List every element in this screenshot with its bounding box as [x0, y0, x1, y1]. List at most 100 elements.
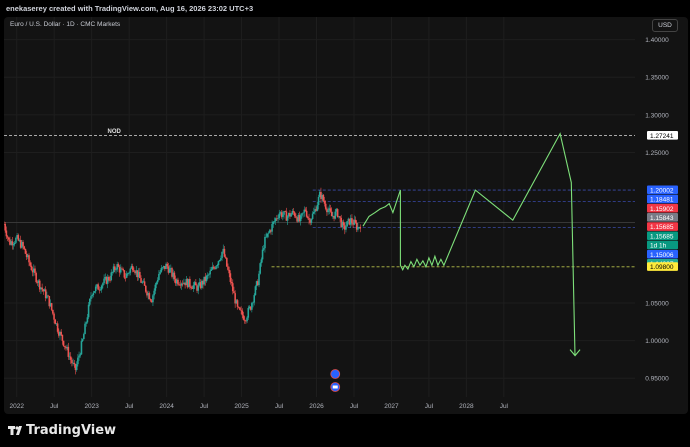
candle-body-259 [311, 213, 314, 219]
candle-body-182 [220, 258, 222, 260]
candle-body-66 [81, 339, 84, 342]
x-tick-label: Jul [425, 403, 434, 410]
candle-body-292 [351, 218, 353, 223]
x-tick-label: Jul [125, 403, 134, 410]
candle-body-56 [69, 356, 72, 360]
candle-body-67 [83, 334, 85, 340]
symbol-title[interactable]: Euro / U.S. Dollar · 1D · CMC Markets [10, 21, 120, 28]
candle-body-225 [271, 224, 273, 232]
candle-body-116 [141, 282, 144, 283]
candle-body-65 [80, 341, 83, 355]
candle-body-90 [110, 272, 113, 280]
candle-body-190 [229, 273, 232, 282]
candles [4, 187, 362, 375]
candle-body-70 [86, 317, 89, 323]
candle-body-181 [218, 259, 221, 262]
candle-body-72 [88, 298, 91, 305]
candle-body-18 [24, 248, 27, 254]
candle-body-114 [139, 271, 141, 279]
candle-body-159 [192, 285, 195, 289]
candle-body-17 [23, 246, 26, 249]
y-tick-label: 1.40000 [645, 37, 669, 44]
x-tick-label: 2023 [84, 403, 99, 410]
candle-body-188 [227, 266, 229, 270]
candle-body-9 [13, 242, 16, 245]
candle-body-119 [144, 285, 147, 292]
candle-body-202 [243, 319, 246, 321]
candle-body-219 [264, 236, 266, 249]
candle-body-84 [103, 278, 105, 284]
candle-body-186 [224, 256, 227, 258]
candle-body-234 [282, 214, 284, 217]
candle-body-26 [34, 268, 36, 274]
projection [362, 132, 581, 357]
candle-body-256 [308, 218, 310, 221]
candle-body-57 [71, 359, 73, 364]
candle-body-199 [240, 309, 242, 311]
candle-body-49 [61, 334, 64, 341]
header-bar: enekaserey created with TradingView.com,… [0, 0, 690, 17]
event-icons[interactable] [330, 369, 341, 392]
candle-body-187 [226, 257, 228, 267]
candle-body-210 [253, 295, 256, 303]
candle-body-83 [102, 283, 104, 286]
candle-body-176 [212, 266, 215, 268]
candle-body-250 [301, 213, 303, 216]
candle-body-64 [79, 354, 82, 356]
candle-body-272 [327, 210, 329, 213]
candle-body-126 [153, 290, 155, 296]
candle-body-216 [260, 259, 263, 264]
candle-body-133 [161, 267, 164, 269]
candle-body-287 [345, 226, 347, 230]
candle-body-285 [342, 221, 345, 226]
candle-body-54 [67, 346, 70, 357]
candle-body-8 [12, 244, 15, 246]
chart-panel[interactable]: NOD 0.95000 1.00000 1.05000 1.25000 1.30000 1… [4, 17, 688, 414]
candle-body-178 [215, 266, 217, 269]
candle-body-241 [290, 214, 292, 217]
candle-body-94 [115, 269, 117, 271]
candle-body-189 [228, 269, 231, 274]
candle-body-79 [97, 284, 99, 290]
candle-body-269 [323, 200, 326, 204]
candle-body-227 [273, 221, 276, 222]
price-label-text: 1.27241 [650, 133, 674, 140]
footer: TradingView [0, 414, 690, 447]
candle-body-81 [99, 289, 102, 291]
candle-body-143 [173, 272, 176, 280]
candle-body-260 [313, 211, 315, 214]
candle-body-268 [322, 194, 325, 201]
brand-name: TradingView [26, 423, 117, 438]
candle-body-209 [252, 302, 254, 304]
candle-body-220 [265, 236, 267, 238]
candle-body-278 [334, 211, 337, 219]
x-axis: 2022 Jul 2023 Jul 2024 Jul 2025 Jul 2026 Jul 2027 J… [10, 403, 509, 410]
candle-body-249 [299, 215, 302, 222]
candle-body-4 [7, 237, 10, 240]
calendar-event-icon[interactable] [330, 369, 341, 379]
price-label-text: 1.15685 [650, 233, 674, 240]
candle-body-198 [239, 307, 241, 310]
price-label-text: 1.15006 [650, 252, 674, 259]
candle-body-100 [122, 269, 124, 271]
price-label-text: 1d 1h [650, 243, 667, 250]
candle-body-42 [53, 313, 55, 320]
candle-body-172 [208, 274, 210, 276]
candle-body-130 [158, 273, 160, 281]
candle-body-222 [267, 232, 270, 234]
price-label-text: 1.09800 [650, 264, 674, 271]
candle-body-45 [56, 323, 59, 332]
candle-body-258 [310, 218, 313, 223]
candle-body-21 [28, 255, 30, 263]
candle-body-131 [159, 271, 161, 274]
price-label-text: 1.18481 [650, 197, 674, 204]
currency-button[interactable]: USD [652, 19, 678, 32]
candle-body-217 [261, 249, 264, 260]
candle-body-63 [78, 355, 80, 358]
candle-body-40 [50, 303, 53, 310]
candle-body-288 [346, 221, 348, 227]
candle-body-264 [317, 196, 320, 206]
price-chart[interactable]: NOD 0.95000 1.00000 1.05000 1.25000 1.30000 1… [4, 17, 688, 414]
candle-body-193 [233, 291, 235, 294]
candle-body-208 [251, 303, 253, 310]
